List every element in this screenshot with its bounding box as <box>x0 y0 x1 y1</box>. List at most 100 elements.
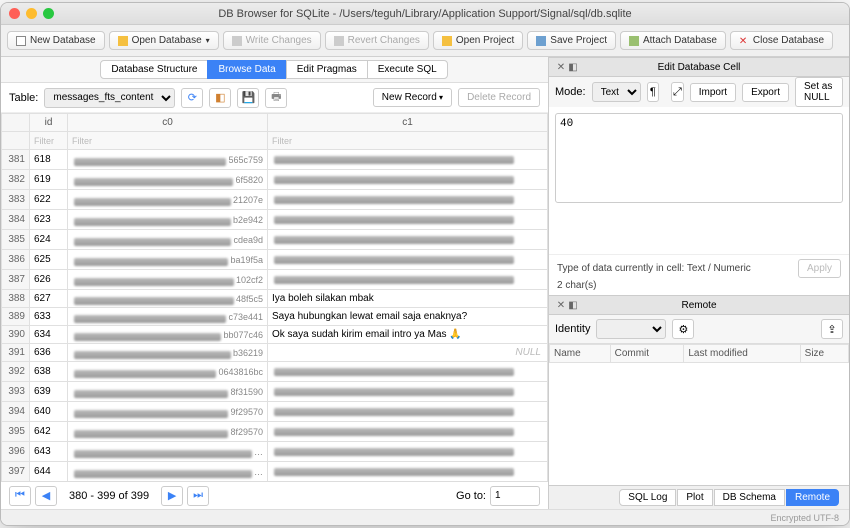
cell-c1[interactable] <box>268 382 548 402</box>
save-project-button[interactable]: Save Project <box>527 31 616 50</box>
new-record-button[interactable]: New Record ▾ <box>373 88 452 107</box>
clear-filters-button[interactable]: ◧ <box>209 88 231 108</box>
table-select[interactable]: messages_fts_content <box>44 88 175 108</box>
cell-c1[interactable] <box>268 210 548 230</box>
next-page-button[interactable]: ▶ <box>161 486 183 506</box>
col-id[interactable]: id <box>30 114 68 132</box>
identity-select[interactable] <box>596 319 666 339</box>
table-row[interactable]: 3956428f29570 <box>2 422 548 442</box>
new-database-button[interactable]: New Database <box>7 31 105 50</box>
cell-id[interactable]: 626 <box>30 270 68 290</box>
table-row[interactable]: 3936398f31590 <box>2 382 548 402</box>
cell-id[interactable]: 643 <box>30 442 68 462</box>
cell-c1[interactable]: Iya boleh silakan mbak <box>268 290 548 308</box>
cell-c1[interactable] <box>268 422 548 442</box>
table-row[interactable]: 385624cdea9d <box>2 230 548 250</box>
cell-c0[interactable]: bb077c46 <box>68 326 268 344</box>
cell-c0[interactable]: b2e942 <box>68 210 268 230</box>
tab-execute-sql[interactable]: Execute SQL <box>367 60 448 79</box>
cell-c1[interactable]: NULL <box>268 344 548 362</box>
cell-id[interactable]: 634 <box>30 326 68 344</box>
cell-id[interactable]: 625 <box>30 250 68 270</box>
col-c0[interactable]: c0 <box>68 114 268 132</box>
cell-id[interactable]: 633 <box>30 308 68 326</box>
cell-c0[interactable]: … <box>68 442 268 462</box>
cell-c1[interactable] <box>268 190 548 210</box>
tab-edit-pragmas[interactable]: Edit Pragmas <box>286 60 368 79</box>
filter-id[interactable]: Filter <box>30 132 68 150</box>
table-row[interactable]: 397644… <box>2 462 548 482</box>
save-table-button[interactable]: 💾 <box>237 88 259 108</box>
refresh-button[interactable]: ⟳ <box>181 88 203 108</box>
cell-c1[interactable] <box>268 442 548 462</box>
table-row[interactable]: 391636b36219NULL <box>2 344 548 362</box>
cell-id[interactable]: 622 <box>30 190 68 210</box>
remote-col-lastmod[interactable]: Last modified <box>684 345 800 363</box>
remote-col-size[interactable]: Size <box>800 345 848 363</box>
cell-c1[interactable] <box>268 270 548 290</box>
tab-sql-log[interactable]: SQL Log <box>619 489 676 506</box>
cell-c0[interactable]: ba19f5a <box>68 250 268 270</box>
identity-settings-button[interactable]: ⚙ <box>672 319 694 339</box>
open-project-button[interactable]: Open Project <box>433 31 523 50</box>
open-database-button[interactable]: Open Database▾ <box>109 31 219 50</box>
table-row[interactable]: 386625ba19f5a <box>2 250 548 270</box>
table-row[interactable]: 387626102cf2 <box>2 270 548 290</box>
mode-select[interactable]: Text <box>592 82 641 102</box>
first-page-button[interactable]: ⏮ <box>9 486 31 506</box>
cell-c0[interactable]: c73e441 <box>68 308 268 326</box>
last-page-button[interactable]: ⏭ <box>187 486 209 506</box>
tab-database-structure[interactable]: Database Structure <box>100 60 208 79</box>
cell-c0[interactable]: 0643816bc <box>68 362 268 382</box>
print-button[interactable]: 🖶 <box>265 88 287 108</box>
close-database-button[interactable]: ✕Close Database <box>730 31 833 50</box>
table-row[interactable]: 389633c73e441Saya hubungkan lewat email … <box>2 308 548 326</box>
cell-id[interactable]: 619 <box>30 170 68 190</box>
tab-db-schema[interactable]: DB Schema <box>714 489 785 506</box>
cell-c0[interactable]: 8f31590 <box>68 382 268 402</box>
cell-c1[interactable] <box>268 462 548 482</box>
table-row[interactable]: 3946409f29570 <box>2 402 548 422</box>
table-row[interactable]: 3826196f5820 <box>2 170 548 190</box>
col-c1[interactable]: c1 <box>268 114 548 132</box>
goto-input[interactable] <box>490 486 540 506</box>
cell-c0[interactable]: 8f29570 <box>68 422 268 442</box>
cell-id[interactable]: 640 <box>30 402 68 422</box>
open-external-button[interactable]: ⤢ <box>671 82 684 102</box>
data-grid[interactable]: id c0 c1 Filter Filter Filter 381618565c… <box>1 113 548 481</box>
cell-c0[interactable]: 102cf2 <box>68 270 268 290</box>
table-row[interactable]: 381618565c759 <box>2 150 548 170</box>
cell-id[interactable]: 618 <box>30 150 68 170</box>
remote-col-commit[interactable]: Commit <box>610 345 684 363</box>
cell-id[interactable]: 624 <box>30 230 68 250</box>
cell-c1[interactable] <box>268 402 548 422</box>
cell-editor[interactable]: 40 <box>555 113 843 203</box>
cell-id[interactable]: 636 <box>30 344 68 362</box>
cell-c0[interactable]: … <box>68 462 268 482</box>
cell-c1[interactable] <box>268 230 548 250</box>
cell-id[interactable]: 638 <box>30 362 68 382</box>
cell-id[interactable]: 644 <box>30 462 68 482</box>
tab-remote[interactable]: Remote <box>786 489 839 506</box>
cell-c0[interactable]: 6f5820 <box>68 170 268 190</box>
cell-id[interactable]: 642 <box>30 422 68 442</box>
cell-c1[interactable] <box>268 150 548 170</box>
cell-c0[interactable]: 21207e <box>68 190 268 210</box>
cell-id[interactable]: 639 <box>30 382 68 402</box>
table-row[interactable]: 38362221207e <box>2 190 548 210</box>
set-null-button[interactable]: Set as NULL <box>795 77 843 107</box>
cell-id[interactable]: 623 <box>30 210 68 230</box>
export-button[interactable]: Export <box>742 83 789 102</box>
import-button[interactable]: Import <box>690 83 736 102</box>
cell-c0[interactable]: cdea9d <box>68 230 268 250</box>
remote-col-name[interactable]: Name <box>550 345 611 363</box>
tab-browse-data[interactable]: Browse Data <box>207 60 286 79</box>
filter-c0[interactable]: Filter <box>68 132 268 150</box>
push-button[interactable]: ⇪ <box>821 319 843 339</box>
cell-c1[interactable]: Ok saya sudah kirim email intro ya Mas 🙏 <box>268 326 548 344</box>
attach-database-button[interactable]: Attach Database <box>620 31 726 50</box>
table-row[interactable]: 396643… <box>2 442 548 462</box>
cell-c1[interactable] <box>268 362 548 382</box>
format-button[interactable]: ¶ <box>647 82 660 102</box>
table-row[interactable]: 3926380643816bc <box>2 362 548 382</box>
